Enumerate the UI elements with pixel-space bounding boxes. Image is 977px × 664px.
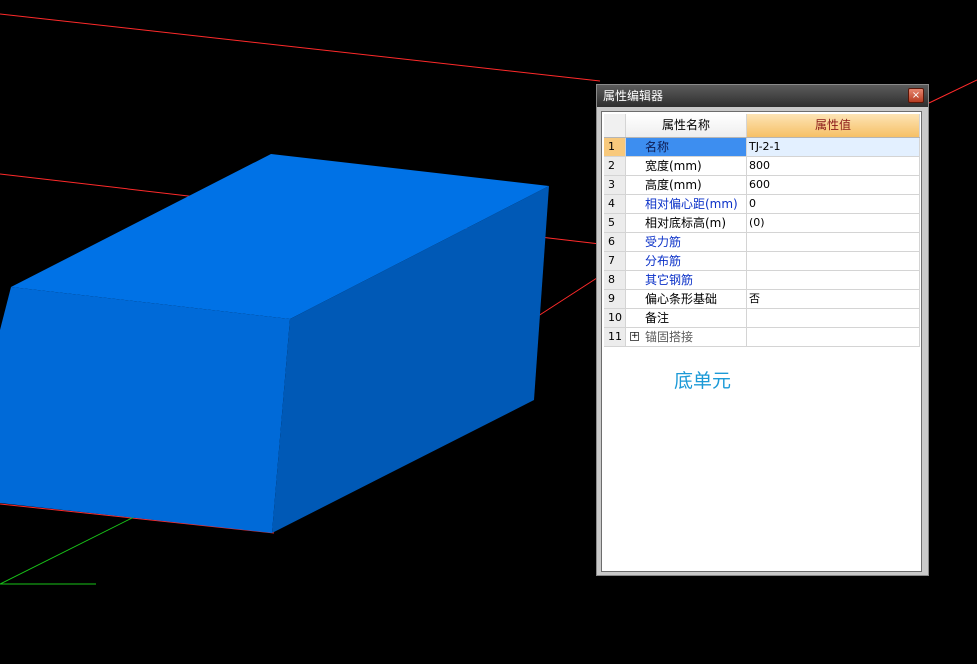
property-grid-header: 属性名称 属性值 <box>604 114 920 138</box>
header-row-number <box>604 114 626 137</box>
header-property-value[interactable]: 属性值 <box>747 114 920 137</box>
property-editor-panel: 属性编辑器 × 属性名称 属性值 1 名称 TJ-2-1 2 宽度(mm) 80… <box>596 84 929 576</box>
row-number: 4 <box>604 195 626 213</box>
property-value[interactable] <box>747 271 920 289</box>
axis-line-red-right <box>534 275 601 319</box>
property-row-eccentricity[interactable]: 4 相对偏心距(mm) 0 <box>604 195 920 214</box>
property-row-anchorage-lap[interactable]: 11 + 锚固搭接 <box>604 328 920 347</box>
property-name: 高度(mm) <box>626 176 747 194</box>
property-row-height[interactable]: 3 高度(mm) 600 <box>604 176 920 195</box>
property-grid-container: 属性名称 属性值 1 名称 TJ-2-1 2 宽度(mm) 800 3 高度(m… <box>601 111 922 572</box>
property-value[interactable] <box>747 309 920 327</box>
property-editor-titlebar[interactable]: 属性编辑器 × <box>597 85 928 107</box>
property-editor-title: 属性编辑器 <box>603 89 664 103</box>
property-name: 受力筋 <box>626 233 747 251</box>
property-grid: 属性名称 属性值 1 名称 TJ-2-1 2 宽度(mm) 800 3 高度(m… <box>604 114 920 347</box>
row-number: 6 <box>604 233 626 251</box>
row-number: 10 <box>604 309 626 327</box>
overlay-label: 底单元 <box>674 370 732 392</box>
property-name: 分布筋 <box>626 252 747 270</box>
row-number: 11 <box>604 328 626 346</box>
property-name: + 锚固搭接 <box>626 328 747 346</box>
header-property-name[interactable]: 属性名称 <box>626 114 747 137</box>
axis-line-red-far-right <box>928 79 977 104</box>
property-value[interactable]: 0 <box>747 195 920 213</box>
property-row-width[interactable]: 2 宽度(mm) 800 <box>604 157 920 176</box>
axis-line-green-diagonal <box>0 516 135 585</box>
property-value[interactable] <box>747 252 920 270</box>
property-row-other-rebar[interactable]: 8 其它钢筋 <box>604 271 920 290</box>
property-name: 相对偏心距(mm) <box>626 195 747 213</box>
row-number: 5 <box>604 214 626 232</box>
property-row-eccentric-strip[interactable]: 9 偏心条形基础 否 <box>604 290 920 309</box>
property-name: 宽度(mm) <box>626 157 747 175</box>
expand-plus-icon[interactable]: + <box>630 332 639 341</box>
property-name-label: 锚固搭接 <box>645 330 694 344</box>
property-name: 名称 <box>626 138 747 156</box>
row-number: 2 <box>604 157 626 175</box>
property-name: 备注 <box>626 309 747 327</box>
axis-line-red-top <box>0 13 601 82</box>
property-name: 偏心条形基础 <box>626 290 747 308</box>
property-value[interactable] <box>747 233 920 251</box>
property-row-distribution-rebar[interactable]: 7 分布筋 <box>604 252 920 271</box>
property-value[interactable]: (0) <box>747 214 920 232</box>
row-number: 3 <box>604 176 626 194</box>
property-row-main-rebar[interactable]: 6 受力筋 <box>604 233 920 252</box>
property-row-bottom-elevation[interactable]: 5 相对底标高(m) (0) <box>604 214 920 233</box>
property-value[interactable]: 否 <box>747 290 920 308</box>
property-row-remarks[interactable]: 10 备注 <box>604 309 920 328</box>
close-button[interactable]: × <box>908 88 924 103</box>
property-value[interactable] <box>747 328 920 346</box>
row-number: 9 <box>604 290 626 308</box>
row-number: 1 <box>604 138 626 156</box>
property-name: 相对底标高(m) <box>626 214 747 232</box>
property-value[interactable]: TJ-2-1 <box>747 138 920 156</box>
foundation-block-front-face[interactable] <box>0 287 290 533</box>
property-value[interactable]: 600 <box>747 176 920 194</box>
property-row-name[interactable]: 1 名称 TJ-2-1 <box>604 138 920 157</box>
close-icon: × <box>911 90 921 101</box>
row-number: 7 <box>604 252 626 270</box>
row-number: 8 <box>604 271 626 289</box>
property-value[interactable]: 800 <box>747 157 920 175</box>
property-name: 其它钢筋 <box>626 271 747 289</box>
